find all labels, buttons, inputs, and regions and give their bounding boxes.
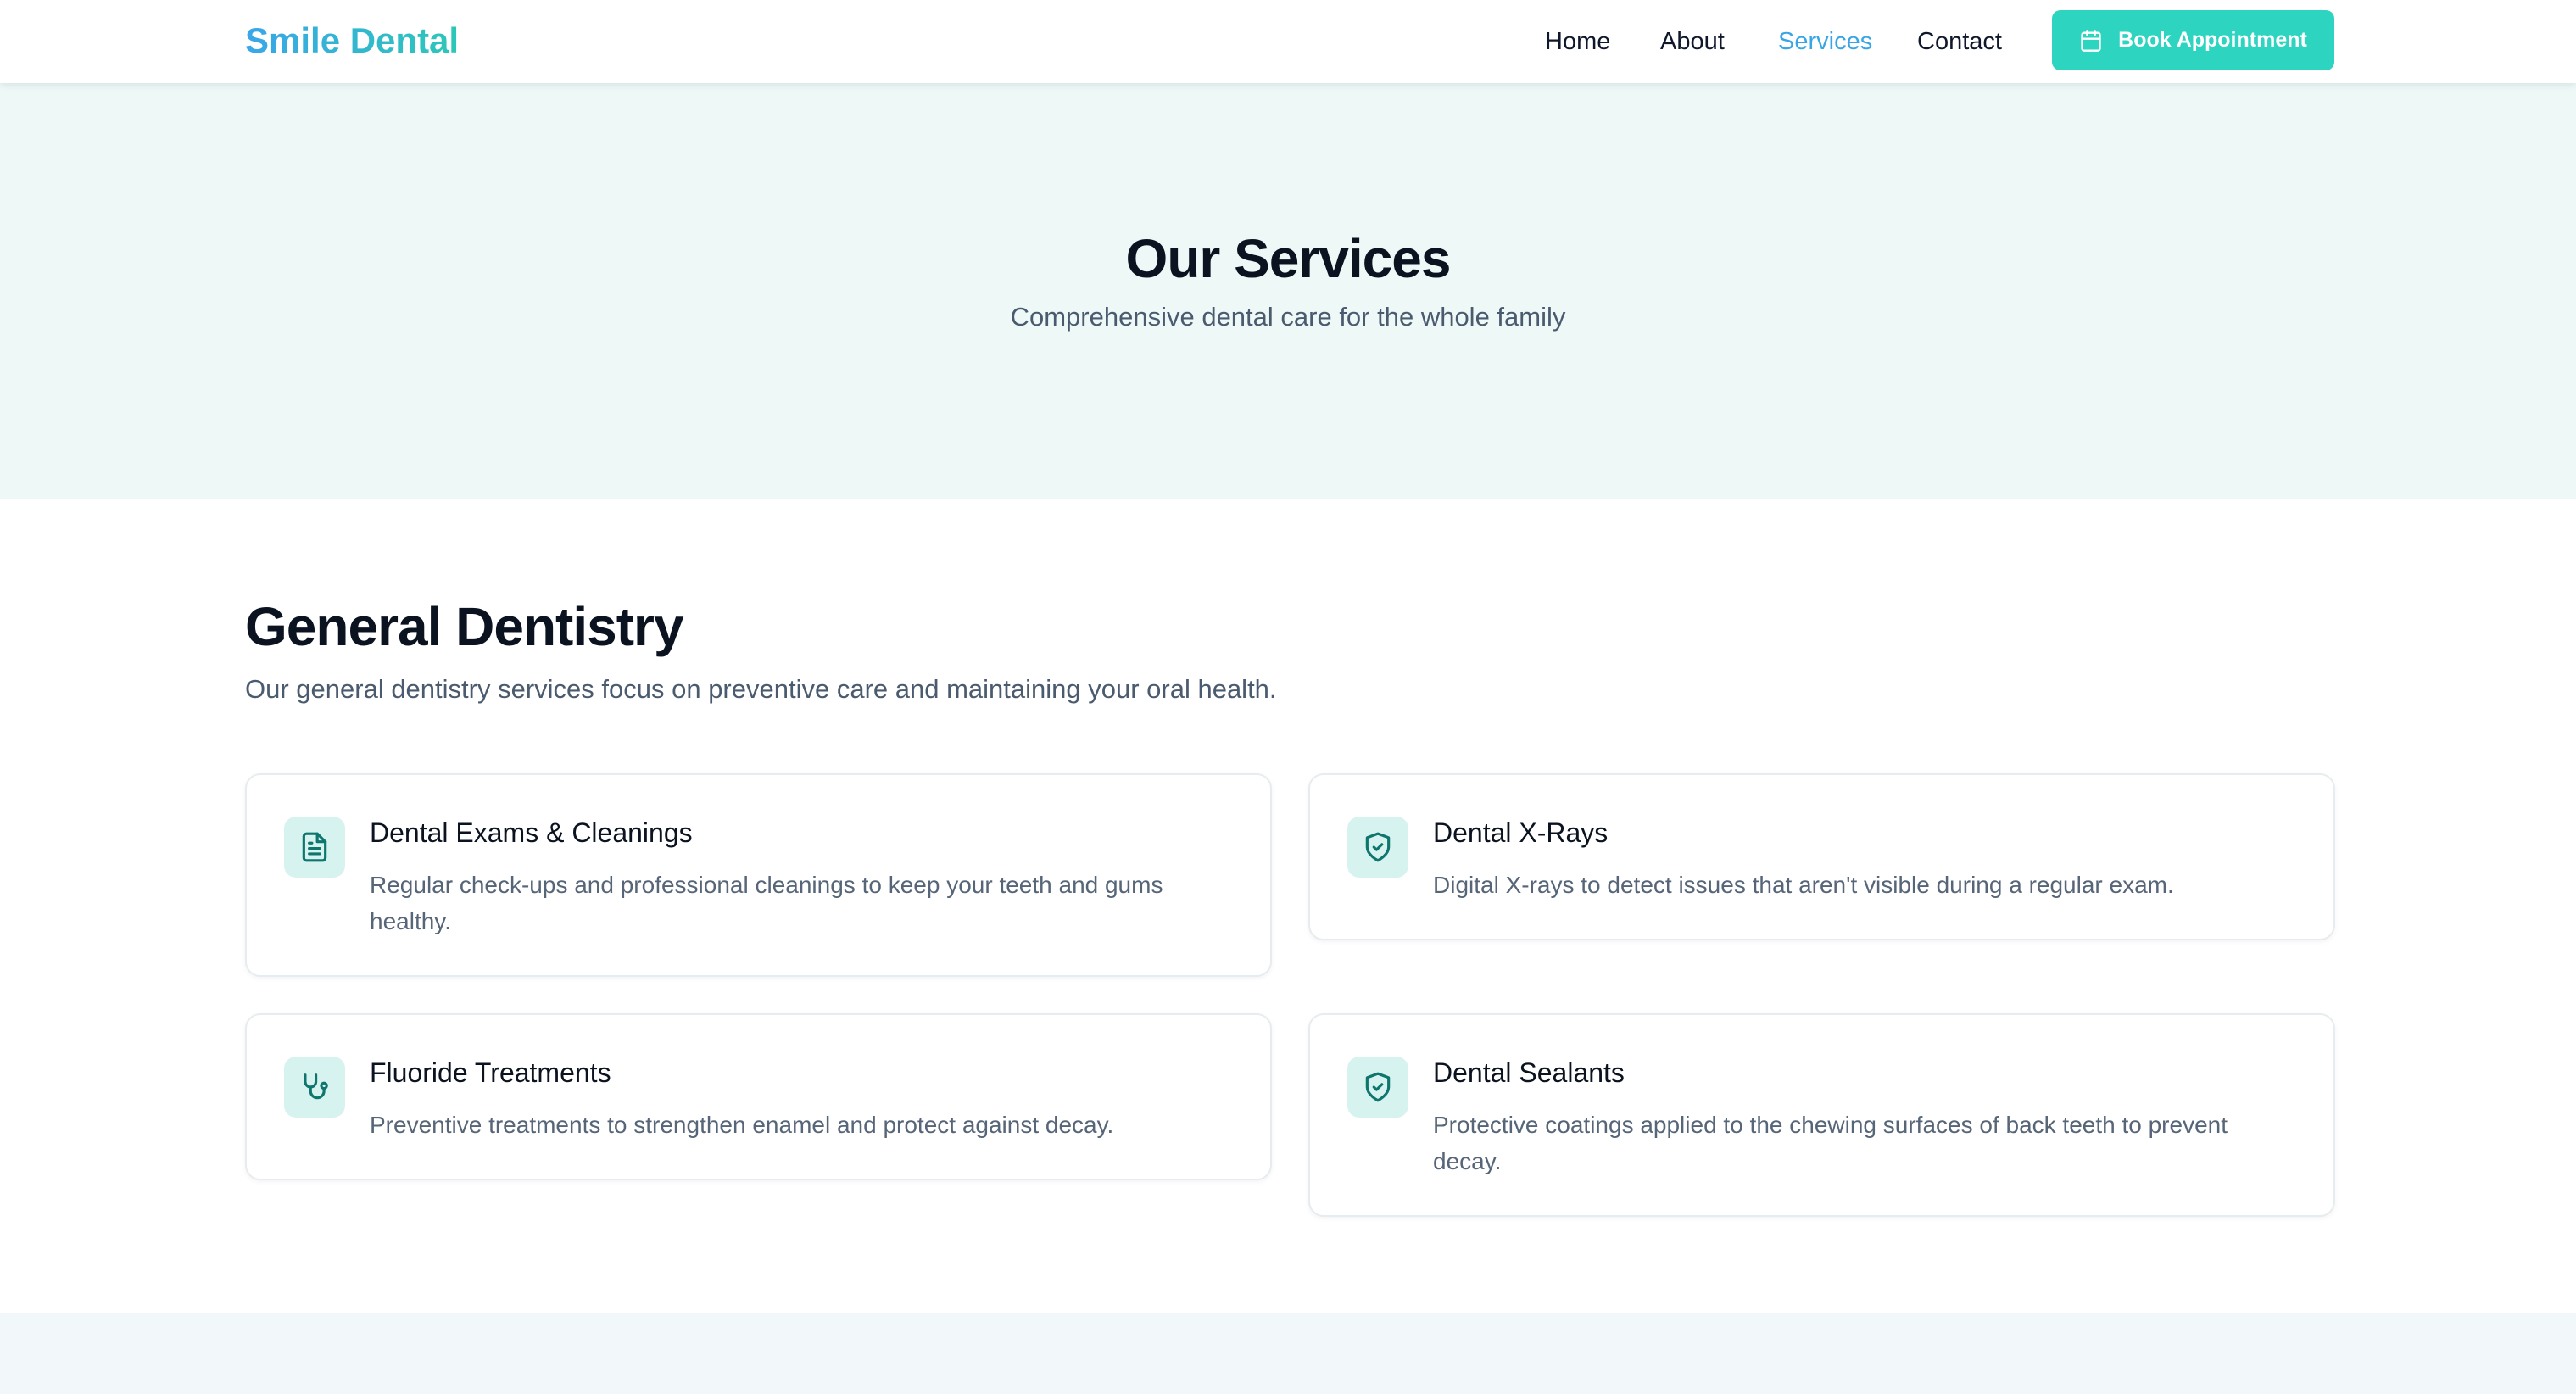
service-icon-box — [284, 817, 345, 878]
service-card-fluoride: Fluoride Treatments Preventive treatment… — [245, 1013, 1272, 1180]
service-title: Dental Exams & Cleanings — [370, 817, 693, 848]
service-icon-box — [1347, 817, 1408, 878]
page-title: Our Services — [1125, 228, 1452, 289]
nav-home[interactable]: Home — [1545, 28, 1610, 56]
book-appointment-button[interactable]: Book Appointment — [2052, 10, 2334, 70]
service-title: Fluoride Treatments — [370, 1057, 611, 1088]
service-description: Protective coatings applied to the chewi… — [1433, 1112, 2228, 1174]
site-header: Smile Dental Home About Services Contact… — [0, 0, 2576, 83]
calendar-icon — [2081, 29, 2101, 52]
service-description: Preventive treatments to strengthen enam… — [370, 1112, 1114, 1138]
nav-about[interactable]: About — [1660, 28, 1725, 56]
nav-contact[interactable]: Contact — [1917, 28, 2002, 56]
service-description: Digital X-rays to detect issues that are… — [1433, 872, 2174, 898]
hero-section: Our Services Comprehensive dental care f… — [0, 83, 2576, 499]
book-appointment-label: Book Appointment — [2118, 28, 2307, 52]
next-section-band — [0, 1313, 2576, 1394]
service-card-xrays: Dental X-Rays Digital X-rays to detect i… — [1308, 773, 2335, 940]
service-icon-box — [1347, 1057, 1408, 1118]
document-icon — [302, 832, 327, 862]
service-title: Dental X-Rays — [1433, 817, 1609, 848]
service-card-exams: Dental Exams & Cleanings Regular check-u… — [245, 773, 1272, 977]
brand-logo[interactable]: Smile Dental — [245, 20, 459, 61]
service-icon-box — [284, 1057, 345, 1118]
service-description: Regular check-ups and professional clean… — [370, 872, 1163, 934]
service-title: Dental Sealants — [1433, 1057, 1625, 1088]
section-title: General Dentistry — [245, 596, 684, 657]
nav-services[interactable]: Services — [1778, 28, 1872, 56]
shield-check-icon — [1365, 832, 1391, 862]
shield-check-icon — [1365, 1072, 1391, 1102]
stethoscope-icon — [304, 1073, 328, 1100]
section-description: Our general dentistry services focus on … — [245, 674, 1277, 704]
page-subtitle: Comprehensive dental care for the whole … — [1010, 302, 1566, 332]
service-card-sealants: Dental Sealants Protective coatings appl… — [1308, 1013, 2335, 1217]
